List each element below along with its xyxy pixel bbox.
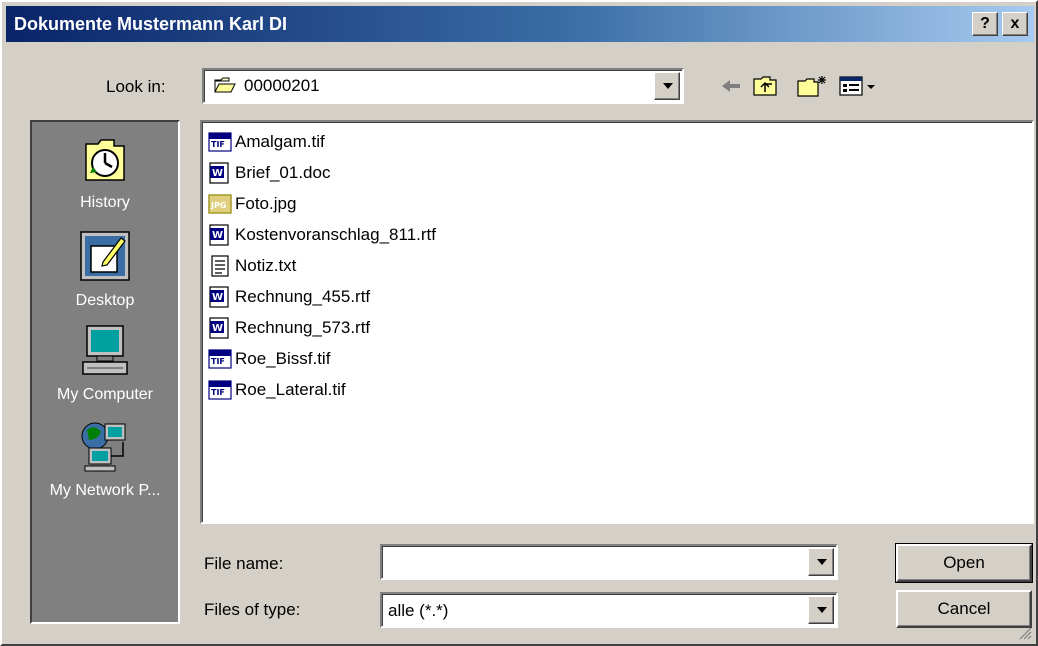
lookin-label: Look in: [106, 77, 166, 96]
word-file-icon: W [209, 317, 229, 339]
file-item[interactable]: TIF Amalgam.tif [208, 128, 325, 156]
place-desktop-label: Desktop [75, 292, 135, 309]
svg-text:TIF: TIF [211, 357, 225, 366]
open-button[interactable]: Open [895, 543, 1033, 583]
history-icon [85, 139, 125, 181]
svg-text:W: W [212, 230, 223, 241]
window-title: Dokumente Mustermann Karl DI [14, 14, 288, 34]
lookin-value: 00000201 [244, 76, 320, 95]
file-item[interactable]: W Rechnung_455.rtf [208, 283, 370, 311]
resize-grip-icon[interactable] [1018, 626, 1032, 640]
cancel-button[interactable]: Cancel [896, 590, 1032, 628]
file-item[interactable]: TIF Roe_Bissf.tif [208, 345, 330, 373]
word-file-icon: W [209, 286, 229, 308]
svg-text:JPG: JPG [210, 201, 226, 210]
open-file-dialog: Dokumente Mustermann Karl DI ? x Look in… [0, 0, 1038, 646]
jpg-file-icon: JPG [208, 194, 232, 214]
lookin-dropdown-button[interactable] [654, 72, 680, 100]
place-network[interactable]: My Network P... [32, 418, 178, 500]
network-icon [81, 422, 126, 472]
open-folder-icon [214, 77, 236, 93]
filename-label: File name: [204, 554, 284, 573]
file-item[interactable]: JPG Foto.jpg [208, 190, 296, 218]
tif-file-icon: TIF [208, 349, 232, 369]
svg-text:W: W [212, 323, 223, 334]
help-button[interactable]: ? [972, 12, 998, 36]
places-bar: History Desktop My Computer My Network P… [30, 120, 180, 624]
svg-text:W: W [212, 292, 223, 303]
filetype-dropdown[interactable]: alle (*.*) [380, 592, 838, 628]
filename-field[interactable] [380, 544, 838, 580]
svg-text:TIF: TIF [211, 388, 225, 397]
file-item[interactable]: W Rechnung_573.rtf [208, 314, 370, 342]
back-arrow-icon[interactable] [718, 74, 744, 98]
tif-file-icon: TIF [208, 132, 232, 152]
my-computer-icon [82, 325, 128, 375]
word-file-icon: W [209, 162, 229, 184]
tif-file-icon: TIF [208, 380, 232, 400]
place-my-computer[interactable]: My Computer [32, 322, 178, 404]
place-my-computer-label: My Computer [56, 386, 154, 403]
filetype-label: Files of type: [204, 600, 301, 619]
view-menu-icon[interactable] [838, 74, 882, 98]
svg-text:W: W [212, 168, 223, 179]
word-file-icon: W [209, 224, 229, 246]
file-list[interactable]: TIF Amalgam.tif W Brief_01.doc JPG Foto.… [200, 120, 1034, 524]
file-item[interactable]: Notiz.txt [208, 252, 296, 280]
place-history[interactable]: History [32, 134, 178, 212]
file-item[interactable]: TIF Roe_Lateral.tif [208, 376, 346, 404]
file-item[interactable]: W Brief_01.doc [208, 159, 330, 187]
lookin-dropdown[interactable]: 00000201 [202, 68, 684, 104]
file-item[interactable]: W Kostenvoranschlag_811.rtf [208, 221, 436, 249]
up-folder-icon[interactable] [752, 74, 780, 98]
title-bar: Dokumente Mustermann Karl DI ? x [6, 6, 1034, 42]
filetype-value: alle (*.*) [388, 601, 449, 620]
desktop-icon [80, 231, 130, 281]
place-network-label: My Network P... [49, 482, 161, 499]
new-folder-icon[interactable] [796, 74, 828, 98]
place-desktop[interactable]: Desktop [32, 228, 178, 310]
text-file-icon [211, 255, 229, 277]
place-history-label: History [80, 194, 130, 211]
close-button[interactable]: x [1002, 12, 1028, 36]
svg-text:TIF: TIF [211, 140, 225, 149]
filename-dropdown-button[interactable] [808, 548, 834, 576]
filetype-dropdown-button[interactable] [808, 596, 834, 624]
